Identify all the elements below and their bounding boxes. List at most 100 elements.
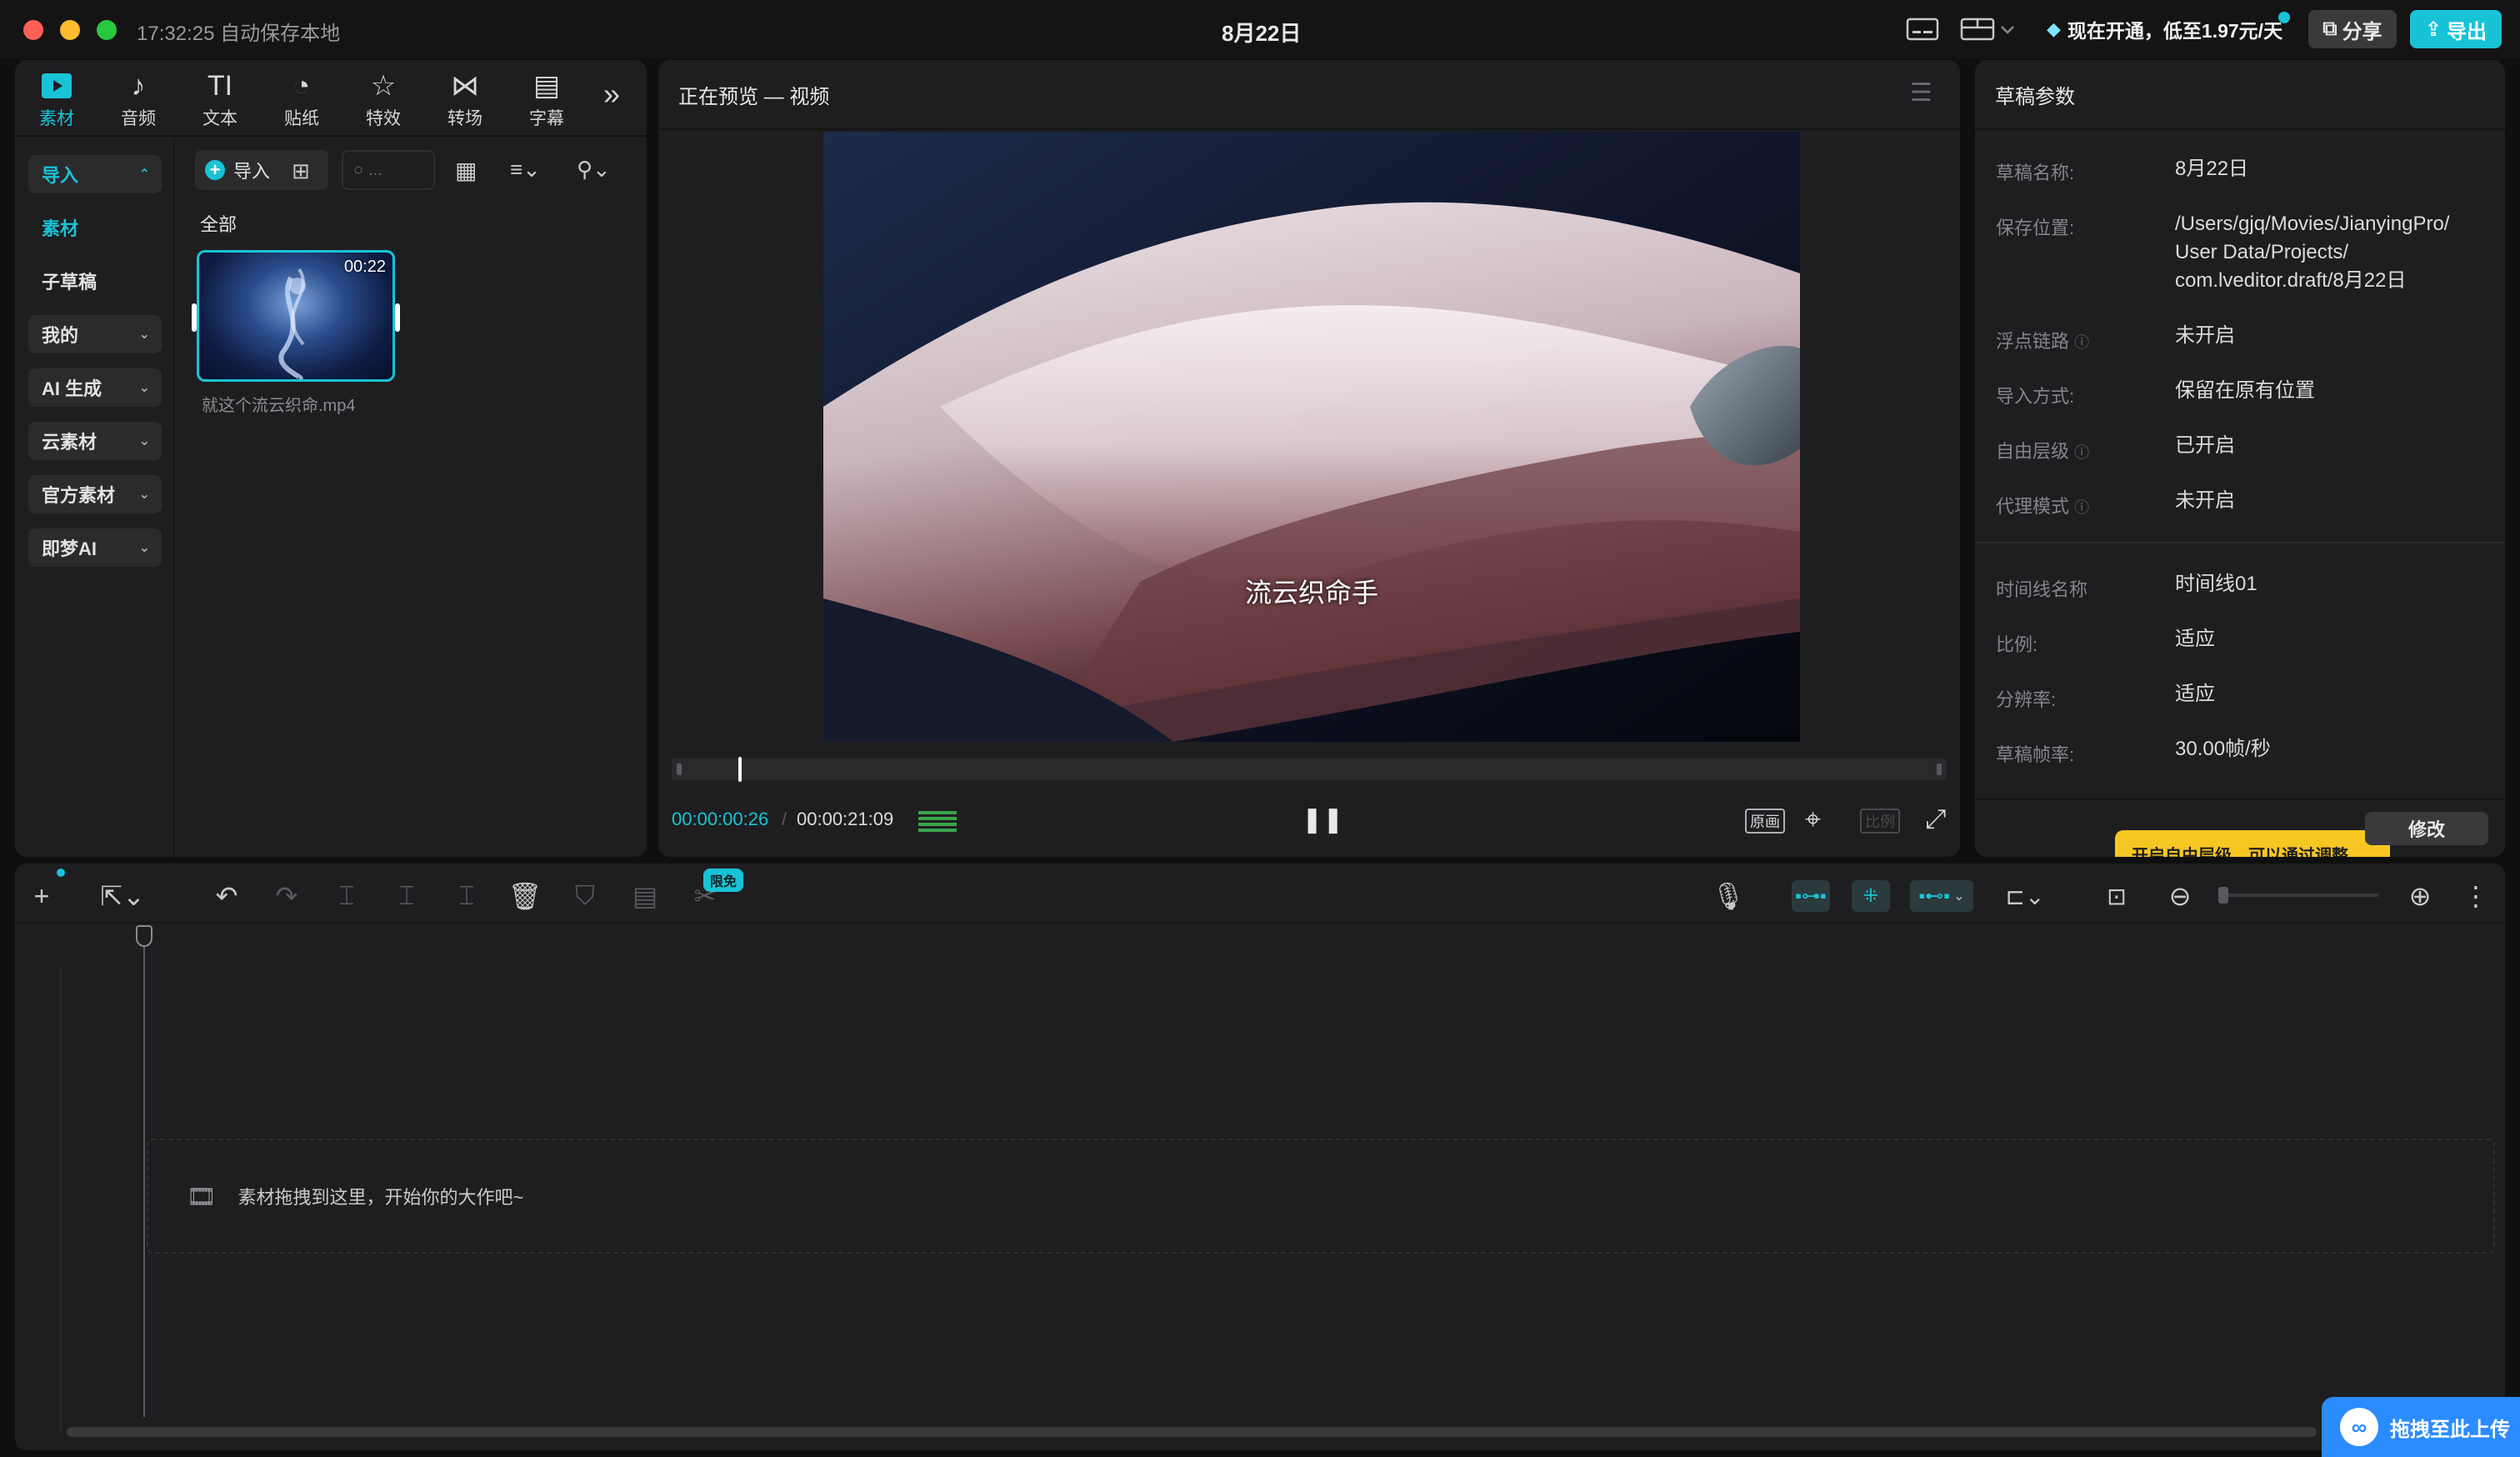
media-clip-thumbnail[interactable]: 00:22 (197, 250, 395, 382)
clip-duration: 00:22 (343, 258, 386, 276)
param-label-ratio: 比例: (1996, 634, 2038, 655)
subtitle-layout-icon[interactable] (1903, 13, 1942, 45)
split-left-icon[interactable]: ⌶ (390, 875, 423, 917)
preview-divider (658, 128, 1960, 130)
sidebar-item-mine[interactable]: 我的 ⌄ (28, 315, 162, 353)
preview-menu-icon[interactable]: ☰ (1910, 78, 1932, 108)
preview-scrubber[interactable] (672, 757, 1947, 782)
marker-icon[interactable]: ⛉ (568, 875, 602, 917)
chevron-down-icon: ⌄ (138, 328, 150, 342)
close-window-button[interactable] (23, 20, 43, 40)
split-icon[interactable]: ⌶ (330, 875, 363, 917)
chevron-up-icon: ⌃ (138, 168, 150, 182)
zoom-in-icon[interactable]: ⊕ (2403, 875, 2437, 917)
sidebar-item-official[interactable]: 官方素材 ⌄ (28, 475, 162, 513)
scrubber-start-handle[interactable] (677, 764, 682, 775)
search-input[interactable]: ○ ... (342, 150, 435, 190)
preview-axis-icon[interactable]: ⊏⌄ (1993, 875, 2057, 917)
tab-subtitle[interactable]: ▤ 字幕 (507, 67, 587, 142)
microphone-icon[interactable]: 🎙 (1712, 875, 1746, 917)
param-value-ratio: 适应 (2175, 628, 2215, 650)
param-value-name: 8月22日 (2175, 158, 2249, 180)
title-bar: 17:32:25 自动保存本地 8月22日 ◆ 现在开通，低至1.97元/天 ⧉… (0, 0, 2520, 58)
vip-promo[interactable]: ◆ 现在开通，低至1.97元/天 (2047, 12, 2288, 47)
zoom-out-icon[interactable]: ⊖ (2163, 875, 2197, 917)
share-button[interactable]: ⧉ 分享 (2308, 10, 2397, 48)
params-title: 草稿参数 (1995, 86, 2075, 108)
filter-icon[interactable]: ⚲⌄ (577, 157, 611, 183)
help-icon: ⓘ (2074, 334, 2090, 351)
audio-icon: ♪ (131, 69, 146, 102)
add-track-icon[interactable]: + (25, 875, 58, 917)
fit-view-icon[interactable]: ⌖ (1805, 804, 1821, 836)
sidebar-item-import[interactable]: 导入 ⌃ (28, 155, 162, 193)
hand-video-image (823, 132, 1800, 742)
tab-text[interactable]: TI 文本 (180, 67, 260, 142)
subtitle-icon: ▤ (532, 70, 561, 102)
film-icon: 🎞 (187, 1183, 217, 1209)
chevron-down-icon: ⌄ (138, 488, 150, 502)
sidebar-item-subdraft[interactable]: 子草稿 (28, 262, 162, 300)
minimize-window-button[interactable] (60, 20, 80, 40)
main-track-magnet-icon[interactable]: ▪⊶▪ (1792, 880, 1830, 912)
timeline-drop-zone[interactable]: 🎞 素材拖拽到这里，开始你的大作吧~ (147, 1139, 2495, 1254)
delete-icon[interactable]: 🗑 (508, 875, 542, 917)
tab-transition[interactable]: ⋈ 转场 (425, 67, 505, 142)
param-label-location: 保存位置: (1996, 218, 2075, 238)
playhead-handle[interactable] (136, 925, 152, 947)
more-options-icon[interactable]: ⋮ (2462, 875, 2489, 917)
sort-icon[interactable]: ≡⌄ (510, 157, 541, 183)
chevron-down-icon: ⌄ (138, 381, 150, 395)
param-label-timeline-name: 时间线名称 (1996, 579, 2088, 600)
redo-icon[interactable]: ↷ (270, 875, 303, 917)
more-tools-icon[interactable]: » (603, 77, 620, 112)
timeline-playhead[interactable] (136, 925, 152, 1417)
param-value-free-layer: 已开启 (2175, 434, 2235, 457)
params-section-divider (1975, 542, 2505, 543)
clip-trim-handle-right[interactable] (395, 303, 400, 332)
modify-button[interactable]: 修改 (2365, 812, 2488, 845)
tab-media[interactable]: 素材 (17, 67, 97, 142)
project-title: 8月22日 (1222, 21, 1302, 46)
auto-snap-icon[interactable]: ⁜ (1852, 880, 1890, 912)
qr-import-icon[interactable]: ⊞ (292, 158, 310, 184)
notification-dot (2278, 12, 2290, 23)
layout-switch-icon[interactable] (1958, 13, 2020, 45)
maximize-window-button[interactable] (97, 20, 117, 40)
sidebar-item-media[interactable]: 素材 (28, 208, 162, 247)
ratio-button[interactable]: 比例 (1860, 809, 1900, 834)
sidebar-item-dreamina[interactable]: 即梦AI ⌄ (28, 528, 162, 567)
export-button[interactable]: ⇪ 导出 (2410, 10, 2502, 48)
video-frame[interactable]: 流云织命手 (823, 132, 1800, 742)
linkage-icon[interactable]: ▪⊷▪ ⌄ (1910, 880, 1973, 912)
grid-view-icon[interactable]: ▦ (455, 157, 477, 184)
zoom-slider-handle[interactable] (2218, 887, 2228, 904)
sidebar-item-ai-generate[interactable]: AI 生成 ⌄ (28, 368, 162, 407)
zoom-slider[interactable] (2218, 887, 2378, 904)
split-right-icon[interactable]: ⌶ (450, 875, 483, 917)
clip-trim-handle-left[interactable] (192, 303, 197, 332)
current-time: 00:00:00:26 (672, 809, 769, 829)
tab-sticker[interactable]: ◔ 贴纸 (262, 67, 342, 142)
param-value-proxy: 未开启 (2175, 489, 2235, 512)
original-quality-button[interactable]: 原画 (1745, 809, 1785, 834)
scrubber-end-handle[interactable] (1937, 764, 1942, 775)
select-tool-icon[interactable]: ⇱⌄ (93, 875, 152, 917)
tab-audio[interactable]: ♪ 音频 (98, 67, 178, 142)
pause-button[interactable]: ❚❚ (1302, 805, 1343, 834)
add-track-dot (57, 869, 65, 877)
tab-effects[interactable]: ☆ 特效 (343, 67, 423, 142)
undo-icon[interactable]: ↶ (210, 875, 243, 917)
timeline-preview-icon[interactable]: ⊡ (2100, 875, 2133, 917)
search-icon: ○ (353, 160, 364, 179)
track-header-divider (60, 967, 62, 1434)
caption-edit-icon[interactable]: ▤ (628, 875, 662, 917)
diamond-icon: ◆ (2047, 18, 2061, 39)
chevron-down-icon: ⌄ (138, 541, 150, 555)
timeline-toolbar-divider (15, 922, 2505, 924)
sidebar-item-cloud[interactable]: 云素材 ⌄ (28, 422, 162, 460)
fullscreen-icon[interactable]: ⤢ (1925, 804, 1947, 835)
scrubber-playhead[interactable] (738, 757, 742, 782)
drag-upload-button[interactable]: ∞ 拖拽至此上传 (2322, 1397, 2520, 1457)
timeline-scrollbar[interactable] (67, 1427, 2317, 1437)
